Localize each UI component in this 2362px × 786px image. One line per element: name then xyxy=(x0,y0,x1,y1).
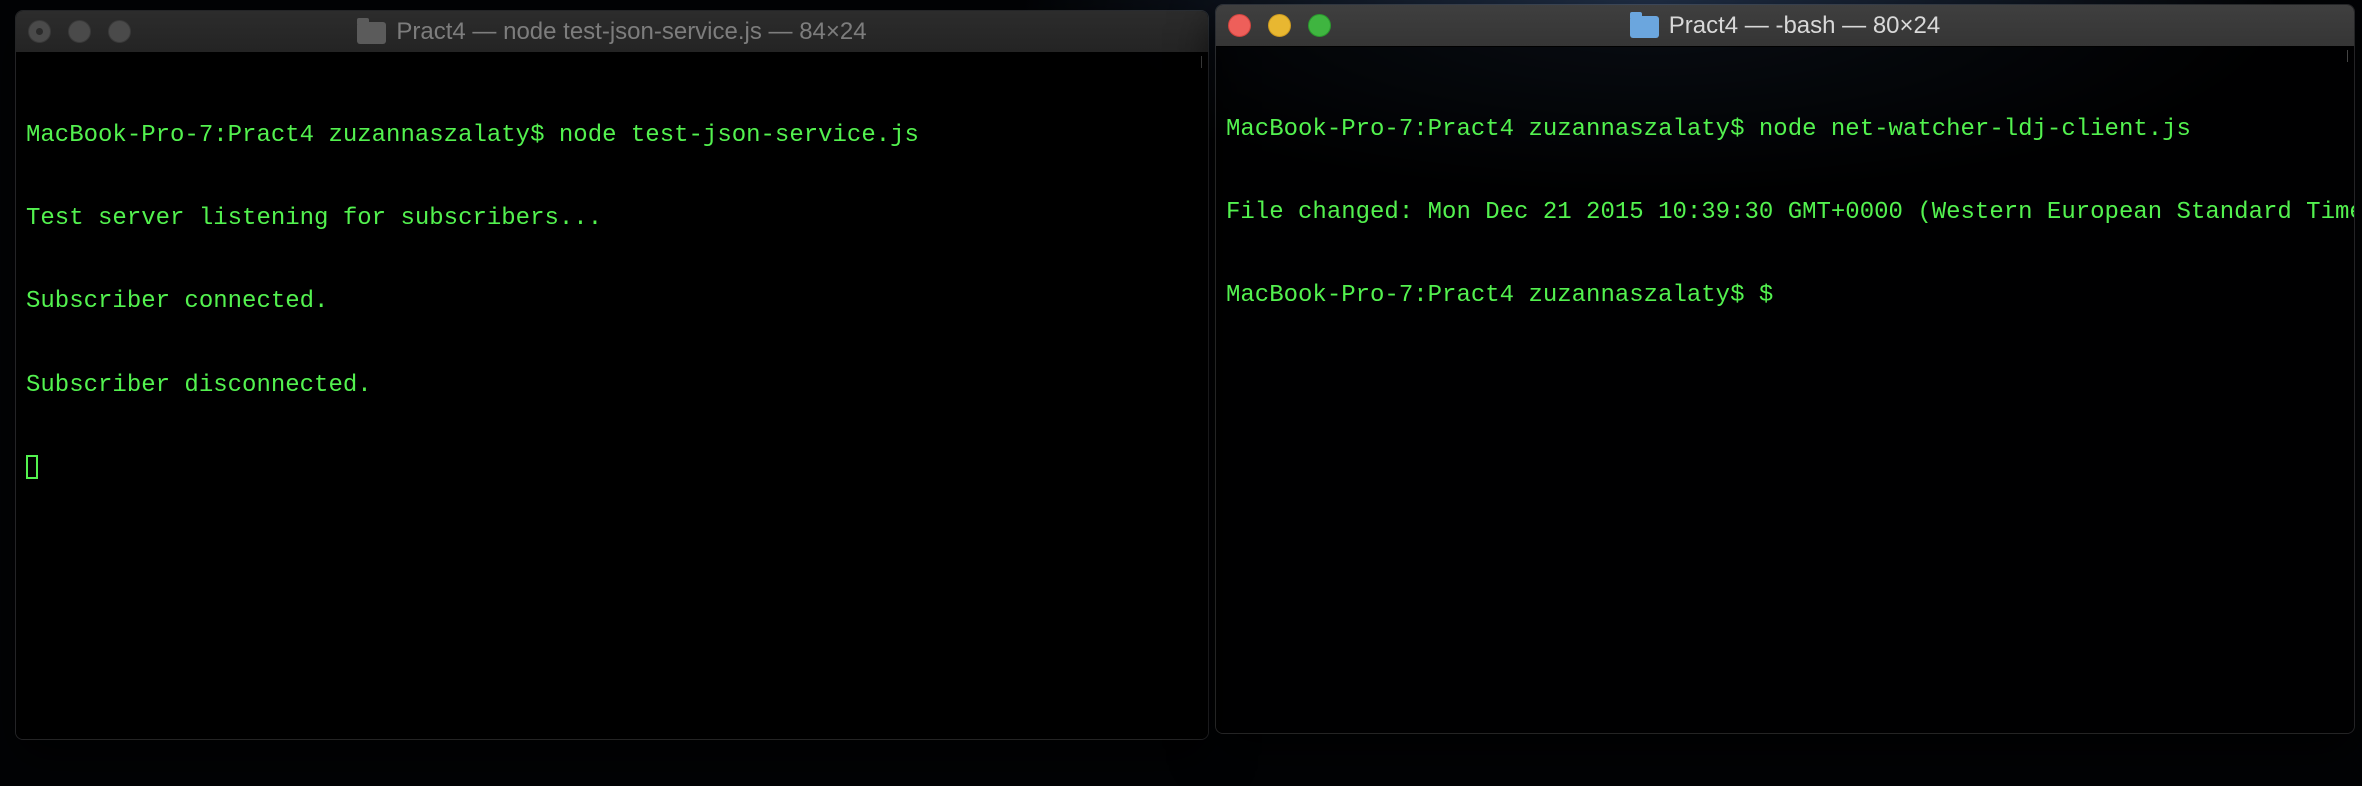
window-controls xyxy=(28,11,131,52)
window-title-text: Pract4 — node test-json-service.js — 84×… xyxy=(396,17,867,45)
folder-icon xyxy=(1629,11,1659,38)
terminal-cursor xyxy=(26,455,38,480)
minimize-button[interactable] xyxy=(1268,14,1291,37)
titlebar[interactable]: Pract4 — -bash — 80×24 xyxy=(1216,5,2354,47)
terminal-line: Subscriber disconnected. xyxy=(26,371,372,399)
terminal-line: MacBook-Pro-7:Pract4 zuzannaszalaty$ nod… xyxy=(1226,115,2191,143)
titlebar[interactable]: Pract4 — node test-json-service.js — 84×… xyxy=(16,11,1208,53)
terminal-line: Test server listening for subscribers... xyxy=(26,204,603,232)
window-title: Pract4 — node test-json-service.js — 84×… xyxy=(357,17,867,46)
window-title: Pract4 — -bash — 80×24 xyxy=(1629,11,1941,40)
folder-icon xyxy=(357,17,387,44)
terminal-output[interactable]: MacBook-Pro-7:Pract4 zuzannaszalaty$ nod… xyxy=(1216,47,2354,733)
window-title-text: Pract4 — -bash — 80×24 xyxy=(1668,11,1941,39)
zoom-button[interactable] xyxy=(108,20,131,43)
terminal-line: MacBook-Pro-7:Pract4 zuzannaszalaty$ nod… xyxy=(26,121,919,149)
terminal-line: MacBook-Pro-7:Pract4 zuzannaszalaty$ $ xyxy=(1226,282,1774,310)
close-button[interactable] xyxy=(28,20,51,43)
terminal-window-left[interactable]: Pract4 — node test-json-service.js — 84×… xyxy=(16,11,1208,739)
close-button[interactable] xyxy=(1228,14,1251,37)
terminal-line: File changed: Mon Dec 21 2015 10:39:30 G… xyxy=(1226,198,2354,226)
minimize-button[interactable] xyxy=(68,20,91,43)
window-controls xyxy=(1228,5,1331,46)
terminal-window-right[interactable]: Pract4 — -bash — 80×24 MacBook-Pro-7:Pra… xyxy=(1216,5,2354,733)
terminal-output[interactable]: MacBook-Pro-7:Pract4 zuzannaszalaty$ nod… xyxy=(16,53,1208,739)
cursor-line xyxy=(26,455,1208,483)
zoom-button[interactable] xyxy=(1308,14,1331,37)
terminal-line: Subscriber connected. xyxy=(26,288,329,316)
